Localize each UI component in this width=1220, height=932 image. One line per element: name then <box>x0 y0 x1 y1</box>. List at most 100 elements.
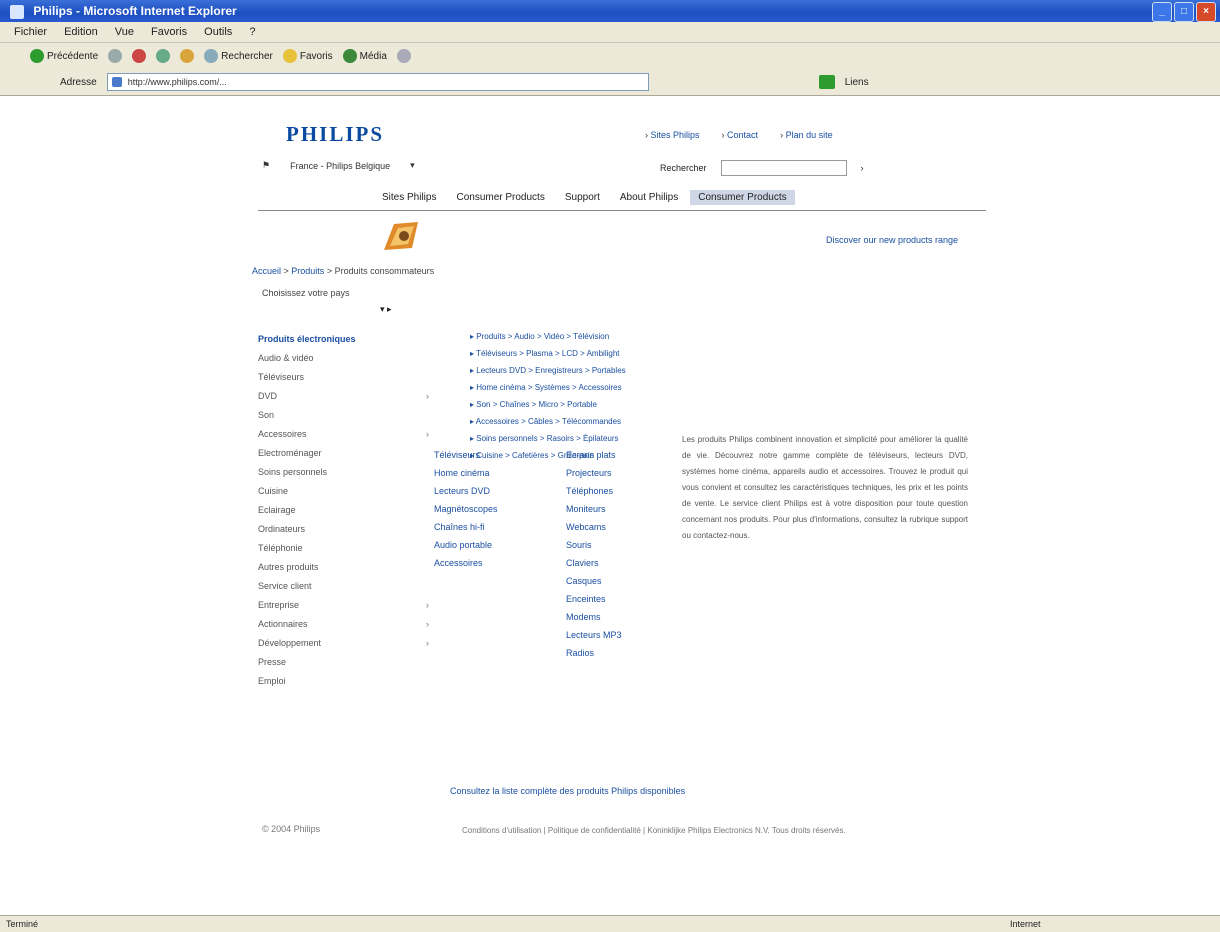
submenu-item[interactable]: Téléviseurs <box>434 446 554 464</box>
status-text: Terminé <box>6 919 39 929</box>
selector-arrows-icon[interactable]: ▾ ▸ <box>380 304 392 315</box>
submenu-item[interactable]: Lecteurs DVD <box>434 482 554 500</box>
tree-row[interactable]: ▸ Home cinéma > Systèmes > Accessoires <box>470 379 970 396</box>
submenu-item[interactable]: Accessoires <box>434 554 554 572</box>
links-label[interactable]: Liens <box>845 77 869 88</box>
sidebar-item-label: Entreprise <box>258 600 300 610</box>
menu-tools[interactable]: Outils <box>204 26 232 38</box>
sidebar-item[interactable]: Ordinateurs <box>258 520 438 539</box>
sidebar-item[interactable]: Téléviseurs <box>258 368 438 387</box>
submenu-item[interactable]: Modems <box>566 608 676 626</box>
search-go-icon[interactable]: › <box>861 163 864 173</box>
submenu-item[interactable]: Moniteurs <box>566 500 676 518</box>
nav-tab-sites[interactable]: Sites Philips <box>374 190 445 205</box>
stop-icon[interactable] <box>132 49 147 63</box>
back-button[interactable]: Précédente <box>30 49 98 63</box>
nav-tab-products[interactable]: Consumer Products <box>690 190 795 205</box>
chevron-right-icon: › <box>426 429 429 439</box>
breadcrumb: Accueil > Produits > Produits consommate… <box>252 266 434 276</box>
menu-file[interactable]: Fichier <box>14 26 47 38</box>
country-chooser[interactable]: Choisissez votre pays <box>262 288 350 298</box>
address-bar[interactable]: http://www.philips.com/... <box>106 73 649 91</box>
nav-tab-support[interactable]: Support <box>556 190 608 205</box>
tree-row[interactable]: ▸ Accessoires > Câbles > Télécommandes <box>470 413 970 430</box>
close-button[interactable]: × <box>1196 2 1216 22</box>
refresh-icon[interactable] <box>156 49 171 63</box>
sidebar-item[interactable]: Produits électroniques <box>258 330 438 349</box>
media-button[interactable]: Média <box>342 49 387 63</box>
promo-image[interactable] <box>374 220 424 256</box>
top-links: Sites Philips Contact Plan du site <box>645 130 833 140</box>
menu-help[interactable]: ? <box>249 26 255 38</box>
submenu-item[interactable]: Casques <box>566 572 676 590</box>
sidebar-item[interactable]: DVD › <box>258 387 438 406</box>
submenu-item[interactable]: Claviers <box>566 554 676 572</box>
sidebar-item[interactable]: Presse <box>258 653 438 672</box>
submenu-item[interactable]: Chaînes hi-fi <box>434 518 554 536</box>
go-button[interactable] <box>818 75 835 89</box>
nav-tab-consumer[interactable]: Consumer Products <box>448 190 553 205</box>
tree-row[interactable]: ▸ Téléviseurs > Plasma > LCD > Ambilight <box>470 345 970 362</box>
submenu-item[interactable]: Lecteurs MP3 <box>566 626 676 644</box>
sidebar-item[interactable]: Emploi <box>258 672 438 691</box>
sidebar-item[interactable]: Electroménager <box>258 444 438 463</box>
breadcrumb-separator: > <box>281 266 292 276</box>
sidebar-item[interactable]: Eclairage <box>258 501 438 520</box>
submenu-item[interactable]: Souris <box>566 536 676 554</box>
submenu-item[interactable]: Webcams <box>566 518 676 536</box>
sidebar-item[interactable]: Développement › <box>258 634 438 653</box>
submenu-item[interactable]: Projecteurs <box>566 464 676 482</box>
submenu-item[interactable]: Enceintes <box>566 590 676 608</box>
history-icon[interactable] <box>396 49 411 63</box>
submenu-item[interactable]: Home cinéma <box>434 464 554 482</box>
submenu-item[interactable]: Audio portable <box>434 536 554 554</box>
sidebar: Produits électroniques Audio & vidéo Tél… <box>258 330 438 691</box>
sidebar-item[interactable]: Son <box>258 406 438 425</box>
sidebar-item[interactable]: Autres produits <box>258 558 438 577</box>
tree-row[interactable]: ▸ Lecteurs DVD > Enregistreurs > Portabl… <box>470 362 970 379</box>
site-search-input[interactable] <box>720 160 847 176</box>
tree-row[interactable]: ▸ Son > Chaînes > Micro > Portable <box>470 396 970 413</box>
menu-favorites[interactable]: Favoris <box>151 26 187 38</box>
sidebar-item[interactable]: Téléphonie <box>258 539 438 558</box>
nav-tab-about[interactable]: About Philips <box>611 190 687 205</box>
ie-logo-icon <box>10 4 24 19</box>
breadcrumb-current: Produits consommateurs <box>334 266 435 276</box>
sidebar-item[interactable]: Actionnaires › <box>258 615 438 634</box>
footer-links[interactable]: Conditions d'utilisation | Politique de … <box>462 824 892 838</box>
sidebar-item[interactable]: Cuisine <box>258 482 438 501</box>
maximize-button[interactable]: □ <box>1174 2 1194 22</box>
submenu-item[interactable]: Magnétoscopes <box>434 500 554 518</box>
security-zone: Internet <box>1010 919 1041 929</box>
sidebar-item[interactable]: Accessoires › <box>258 425 438 444</box>
top-link[interactable]: Sites Philips <box>645 130 700 140</box>
sidebar-item[interactable]: Service client <box>258 577 438 596</box>
submenu-item[interactable]: Ecrans plats <box>566 446 676 464</box>
philips-logo[interactable]: PHILIPS <box>286 122 384 147</box>
sidebar-item[interactable]: Entreprise › <box>258 596 438 615</box>
star-icon <box>282 49 297 63</box>
sidebar-item-label: Développement <box>258 638 322 648</box>
menu-edit[interactable]: Edition <box>64 26 98 38</box>
promo-link[interactable]: Discover our new products range <box>826 234 958 246</box>
breadcrumb-section[interactable]: Produits <box>291 266 324 276</box>
menu-view[interactable]: Vue <box>115 26 134 38</box>
sidebar-item-label: Actionnaires <box>258 619 308 629</box>
country-selector[interactable]: ⚑ France - Philips Belgique ▾ <box>262 160 415 171</box>
submenu-item[interactable]: Radios <box>566 644 676 662</box>
chevron-right-icon: › <box>426 600 429 610</box>
all-products-link[interactable]: Consultez la liste complète des produits… <box>450 786 960 796</box>
tree-row[interactable]: ▸ Produits > Audio > Vidéo > Télévision <box>470 328 970 345</box>
breadcrumb-home[interactable]: Accueil <box>252 266 281 276</box>
forward-arrow-icon[interactable] <box>108 49 123 63</box>
search-button[interactable]: Rechercher <box>204 49 273 63</box>
sidebar-item[interactable]: Audio & vidéo <box>258 349 438 368</box>
main-nav: Sites Philips Consumer Products Support … <box>258 188 986 211</box>
home-icon[interactable] <box>180 49 195 63</box>
submenu-item[interactable]: Téléphones <box>566 482 676 500</box>
favorites-button[interactable]: Favoris <box>282 49 333 63</box>
top-link[interactable]: Plan du site <box>780 130 833 140</box>
minimize-button[interactable]: _ <box>1152 2 1172 22</box>
top-link[interactable]: Contact <box>722 130 758 140</box>
sidebar-item[interactable]: Soins personnels <box>258 463 438 482</box>
